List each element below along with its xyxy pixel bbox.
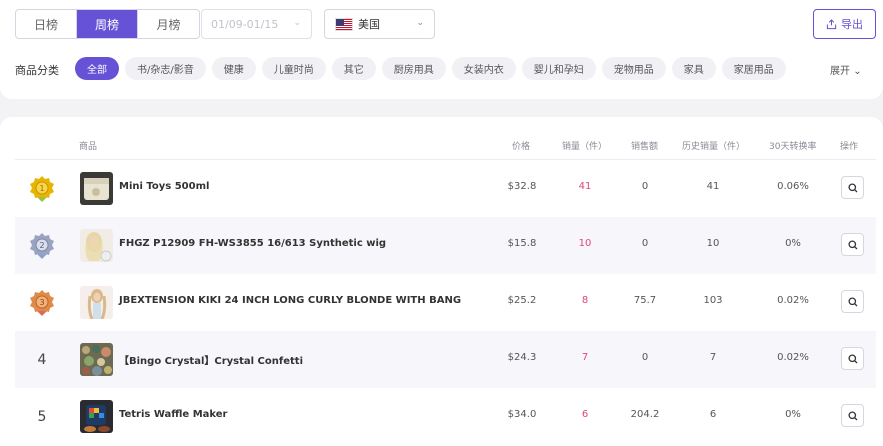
product-name[interactable]: FHGZ P12909 FH-WS3855 16/613 Synthetic w… [119,238,386,249]
table-row: 1 Mini Toys 500ml $32.8 41 0 41 0.06% [15,160,876,217]
history-cell: 41 [706,181,720,192]
export-icon [826,18,837,29]
price-cell: $25.2 [507,295,537,306]
revenue-cell: 75.7 [633,295,657,306]
price-cell: $15.8 [507,238,537,249]
history-cell: 7 [709,352,717,363]
table-header: 商品 价格 销量（件） 销售额 历史销量（件） 30天转换率 操作 [15,135,876,160]
revenue-cell: 204.2 [630,409,660,420]
export-label: 导出 [841,18,863,31]
tab-daily[interactable]: 日榜 [16,10,77,38]
date-range-select[interactable]: 01/09-01/15 ⌄ [201,9,312,39]
product-name[interactable]: Mini Toys 500ml [119,181,209,192]
header-history: 历史销量（件） [682,142,746,152]
date-range-placeholder: 01/09-01/15 [211,17,279,31]
filter-panel: 日榜 周榜 月榜 01/09-01/15 ⌄ 美国 ⌄ 导出 商品分类 全部 书… [0,0,883,99]
region-select[interactable]: 美国 ⌄ [324,9,435,39]
category-all[interactable]: 全部 [75,57,119,80]
search-icon [847,353,857,363]
header-revenue: 销售额 [631,142,659,152]
revenue-cell: 0 [641,352,649,363]
category-item[interactable]: 女装内衣 [451,57,516,80]
bronze-medal-icon: 3 [29,289,55,317]
expand-button[interactable]: 展开 ⌄ [830,62,862,77]
search-button[interactable] [841,347,864,370]
search-icon [847,182,857,192]
header-price: 价格 [512,142,531,152]
chevron-down-icon: ⌄ [416,18,424,28]
rank-number: 5 [37,409,47,425]
search-button[interactable] [841,233,864,256]
category-item[interactable]: 书/杂志/影音 [125,57,206,80]
category-item[interactable]: 儿童时尚 [261,57,326,80]
product-name[interactable]: 【Bingo Crystal】Crystal Confetti [119,352,303,367]
search-icon [847,410,857,420]
price-cell: $34.0 [507,409,537,420]
conversion-cell: 0.02% [777,295,809,306]
conversion-cell: 0.06% [777,181,809,192]
search-icon [847,296,857,306]
category-list: 全部 书/杂志/影音 健康 儿童时尚 其它 厨房用具 女装内衣 婴儿和孕妇 宠物… [75,57,786,80]
sales-cell: 41 [578,181,592,192]
search-icon [847,239,857,249]
revenue-cell: 0 [641,238,649,249]
tab-monthly[interactable]: 月榜 [138,10,199,38]
tab-weekly[interactable]: 周榜 [77,10,138,38]
product-name[interactable]: Tetris Waffle Maker [119,409,228,420]
conversion-cell: 0% [785,238,801,249]
product-thumbnail[interactable] [80,229,113,262]
category-item[interactable]: 宠物用品 [601,57,666,80]
category-item[interactable]: 家居用品 [721,57,786,80]
medal-rank: 3 [39,298,44,307]
silver-medal-icon: 2 [29,232,55,260]
period-tabs: 日榜 周榜 月榜 [15,9,200,39]
chevron-down-icon: ⌄ [293,18,301,28]
category-label: 商品分类 [15,64,59,77]
history-cell: 103 [703,295,723,306]
header-product: 商品 [79,142,98,152]
conversion-cell: 0.02% [777,352,809,363]
sales-cell: 7 [581,352,589,363]
gold-medal-icon: 1 [29,175,55,203]
expand-label: 展开 [830,66,850,77]
conversion-cell: 0% [785,409,801,420]
search-button[interactable] [841,176,864,199]
us-flag-icon [335,17,353,31]
search-button[interactable] [841,404,864,427]
price-cell: $32.8 [507,181,537,192]
sales-cell: 10 [578,238,592,249]
product-thumbnail[interactable] [80,172,113,205]
header-action: 操作 [840,142,859,152]
medal-rank: 1 [39,184,44,193]
table-row: 4 【Bingo Crystal】Crystal Confetti $24.3 … [15,331,876,388]
product-thumbnail[interactable] [80,400,113,433]
category-item[interactable]: 健康 [211,57,256,80]
chevron-down-icon: ⌄ [853,66,862,77]
price-cell: $24.3 [507,352,537,363]
table-row: 2 FHGZ P12909 FH-WS3855 16/613 Synthetic… [15,217,876,274]
rank-number: 4 [37,352,47,368]
product-thumbnail[interactable] [80,343,113,376]
revenue-cell: 0 [641,181,649,192]
export-button[interactable]: 导出 [813,9,876,39]
table-row: 5 Tetris Waffle Maker $34.0 6 204.2 6 0% [15,388,876,445]
header-sales: 销量（件） [562,142,608,152]
header-conversion: 30天转换率 [769,142,817,152]
region-label: 美国 [358,18,380,31]
category-item[interactable]: 家具 [671,57,716,80]
ranking-table: 商品 价格 销量（件） 销售额 历史销量（件） 30天转换率 操作 1 Mini… [0,117,883,446]
table-row: 3 JBEXTENSION KIKI 24 INCH LONG CURLY BL… [15,274,876,331]
product-name[interactable]: JBEXTENSION KIKI 24 INCH LONG CURLY BLON… [119,295,461,306]
category-item[interactable]: 婴儿和孕妇 [521,57,596,80]
history-cell: 6 [709,409,717,420]
history-cell: 10 [706,238,720,249]
sales-cell: 6 [581,409,589,420]
sales-cell: 8 [581,295,589,306]
search-button[interactable] [841,290,864,313]
medal-rank: 2 [39,241,44,250]
category-item[interactable]: 厨房用具 [381,57,446,80]
product-thumbnail[interactable] [80,286,113,319]
category-item[interactable]: 其它 [331,57,376,80]
